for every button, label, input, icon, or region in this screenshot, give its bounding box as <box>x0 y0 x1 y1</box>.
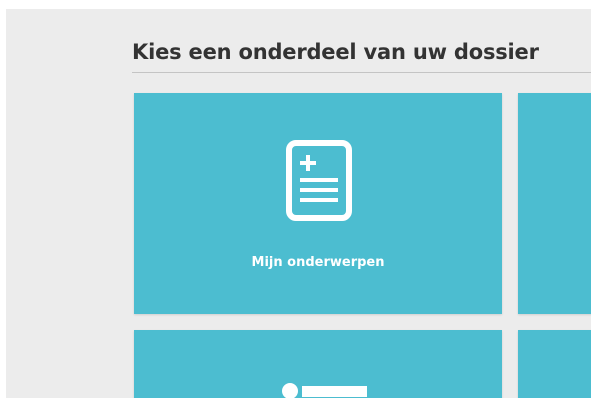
tile-fourth[interactable] <box>518 330 591 398</box>
section-title: Kies een onderdeel van uw dossier <box>132 40 539 64</box>
tile-mijn-onderwerpen[interactable]: Mijn onderwerpen <box>134 93 502 314</box>
bullet-list-icon <box>282 383 367 398</box>
tile-second[interactable] <box>518 93 591 314</box>
tile-label: Mijn onderwerpen <box>251 255 385 270</box>
title-divider <box>132 72 591 73</box>
document-plus-icon <box>286 140 352 221</box>
dossier-panel: Kies een onderdeel van uw dossier Mijn o… <box>6 9 591 398</box>
tile-third[interactable] <box>134 330 502 398</box>
